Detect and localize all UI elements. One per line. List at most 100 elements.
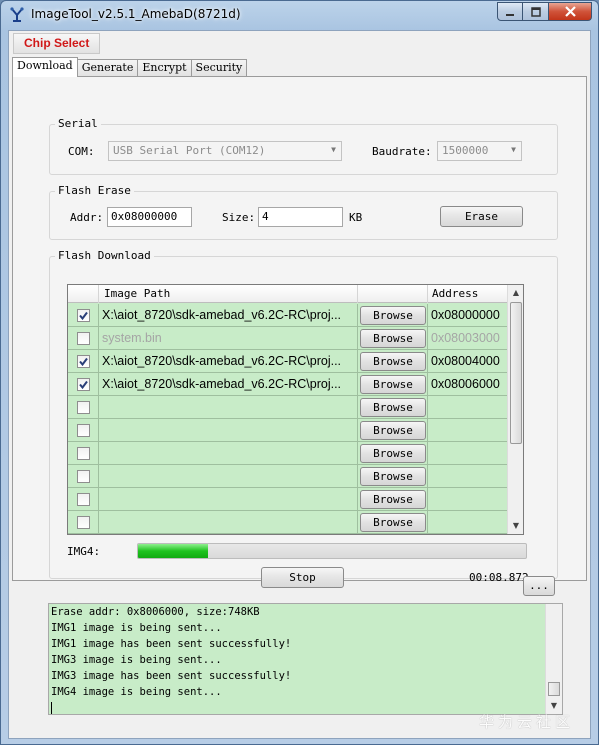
- row-check-cell: [68, 304, 99, 327]
- row-address-cell[interactable]: [428, 465, 508, 488]
- row-path-cell[interactable]: [99, 511, 358, 534]
- row-path-cell[interactable]: X:\aiot_8720\sdk-amebad_v6.2C-RC\proj...: [99, 350, 358, 373]
- row-checkbox[interactable]: [77, 378, 90, 391]
- row-path-cell[interactable]: [99, 488, 358, 511]
- log-scrollbar[interactable]: ▼: [545, 604, 562, 714]
- browse-button[interactable]: Browse: [360, 306, 426, 325]
- header-address-label: Address: [432, 287, 479, 300]
- scroll-down-icon[interactable]: ▼: [508, 518, 523, 534]
- tab-strip: Download Generate Encrypt Security: [12, 57, 248, 77]
- row-path-cell[interactable]: [99, 442, 358, 465]
- close-icon[interactable]: [549, 2, 592, 21]
- more-button[interactable]: ...: [523, 576, 555, 596]
- maximize-icon[interactable]: [523, 2, 549, 21]
- browse-button[interactable]: Browse: [360, 444, 426, 463]
- chip-select-button[interactable]: Chip Select: [13, 33, 101, 54]
- row-checkbox[interactable]: [77, 516, 90, 529]
- browse-button[interactable]: Browse: [360, 490, 426, 509]
- download-panel: Serial COM: USB Serial Port (COM12) ▼ Ba…: [12, 76, 587, 588]
- row-browse-cell: Browse: [358, 350, 428, 373]
- row-browse-cell: Browse: [358, 373, 428, 396]
- log-line: IMG1 image has been sent successfully!: [51, 638, 292, 650]
- com-port-value: USB Serial Port (COM12): [113, 144, 266, 157]
- chevron-down-icon: ▼: [511, 145, 516, 154]
- check-icon: [79, 357, 88, 367]
- row-path-cell[interactable]: system.bin: [99, 327, 358, 350]
- scroll-thumb[interactable]: [510, 302, 522, 444]
- tab-generate[interactable]: Generate: [76, 59, 139, 77]
- chevron-down-icon: ▼: [331, 145, 336, 154]
- scroll-up-icon[interactable]: ▲: [508, 285, 523, 301]
- row-browse-cell: Browse: [358, 419, 428, 442]
- browse-button[interactable]: Browse: [360, 329, 426, 348]
- row-address-cell[interactable]: [428, 511, 508, 534]
- row-image-path: system.bin: [102, 331, 162, 345]
- row-address-cell[interactable]: [428, 442, 508, 465]
- row-checkbox[interactable]: [77, 355, 90, 368]
- row-checkbox[interactable]: [77, 424, 90, 437]
- baudrate-select[interactable]: 1500000 ▼: [437, 141, 522, 161]
- row-path-cell[interactable]: [99, 396, 358, 419]
- row-check-cell: [68, 442, 99, 465]
- log-line: Erase addr: 0x8006000, size:748KB: [51, 606, 260, 618]
- row-checkbox[interactable]: [77, 470, 90, 483]
- app-icon: [10, 7, 24, 22]
- tab-download[interactable]: Download: [12, 57, 78, 77]
- row-checkbox[interactable]: [77, 447, 90, 460]
- table-header: Image Path Address: [68, 285, 508, 303]
- row-check-cell: [68, 465, 99, 488]
- browse-button[interactable]: Browse: [360, 398, 426, 417]
- tab-encrypt[interactable]: Encrypt: [137, 59, 192, 77]
- row-checkbox[interactable]: [77, 493, 90, 506]
- browse-button[interactable]: Browse: [360, 352, 426, 371]
- browse-button[interactable]: Browse: [360, 467, 426, 486]
- window-controls: [497, 2, 592, 21]
- row-address-cell[interactable]: 0x08003000: [428, 327, 508, 350]
- row-browse-cell: Browse: [358, 396, 428, 419]
- com-port-select[interactable]: USB Serial Port (COM12) ▼: [108, 141, 342, 161]
- tab-security[interactable]: Security: [190, 59, 248, 77]
- row-address-cell[interactable]: 0x08004000: [428, 350, 508, 373]
- row-path-cell[interactable]: X:\aiot_8720\sdk-amebad_v6.2C-RC\proj...: [99, 373, 358, 396]
- table-row: X:\aiot_8720\sdk-amebad_v6.2C-RC\proj...…: [68, 373, 508, 396]
- row-path-cell[interactable]: [99, 419, 358, 442]
- erase-size-label: Size:: [222, 211, 256, 224]
- table-row: Browse: [68, 488, 508, 511]
- row-address: 0x08004000: [431, 354, 500, 368]
- browse-button[interactable]: Browse: [360, 421, 426, 440]
- row-address-cell[interactable]: [428, 419, 508, 442]
- row-checkbox[interactable]: [77, 332, 90, 345]
- row-address-cell[interactable]: 0x08000000: [428, 304, 508, 327]
- log-output[interactable]: Erase addr: 0x8006000, size:748KB IMG1 im…: [48, 603, 563, 715]
- table-row: X:\aiot_8720\sdk-amebad_v6.2C-RC\proj...…: [68, 304, 508, 327]
- row-check-cell: [68, 396, 99, 419]
- log-scroll-thumb[interactable]: [548, 682, 560, 696]
- progress-label: IMG4:: [67, 545, 101, 558]
- com-label: COM:: [68, 145, 95, 158]
- table-scrollbar[interactable]: ▲ ▼: [507, 285, 523, 534]
- browse-button[interactable]: Browse: [360, 375, 426, 394]
- row-address-cell[interactable]: [428, 396, 508, 419]
- browse-button[interactable]: Browse: [360, 513, 426, 532]
- elapsed-time: 00:08.872: [469, 571, 529, 584]
- erase-size-input[interactable]: 4: [258, 207, 343, 227]
- log-line: IMG3 image has been sent successfully!: [51, 670, 292, 682]
- chip-select-bar: Chip Select: [13, 33, 101, 55]
- row-browse-cell: Browse: [358, 511, 428, 534]
- row-path-cell[interactable]: X:\aiot_8720\sdk-amebad_v6.2C-RC\proj...: [99, 304, 358, 327]
- header-address: Address: [428, 285, 508, 303]
- minimize-icon[interactable]: [497, 2, 523, 21]
- row-checkbox[interactable]: [77, 309, 90, 322]
- header-image-path-label: Image Path: [104, 287, 171, 300]
- row-path-cell[interactable]: [99, 465, 358, 488]
- row-address-cell[interactable]: [428, 488, 508, 511]
- title-bar[interactable]: ImageTool_v2.5.1_AmebaD(8721d): [1, 1, 598, 29]
- row-address-cell[interactable]: 0x08006000: [428, 373, 508, 396]
- stop-button[interactable]: Stop: [261, 567, 344, 588]
- log-line: IMG3 image is being sent...: [51, 654, 222, 666]
- table-row: Browse: [68, 511, 508, 534]
- erase-button[interactable]: Erase: [440, 206, 523, 227]
- erase-addr-input[interactable]: 0x08000000: [107, 207, 192, 227]
- flash-erase-title: Flash Erase: [55, 184, 134, 197]
- row-checkbox[interactable]: [77, 401, 90, 414]
